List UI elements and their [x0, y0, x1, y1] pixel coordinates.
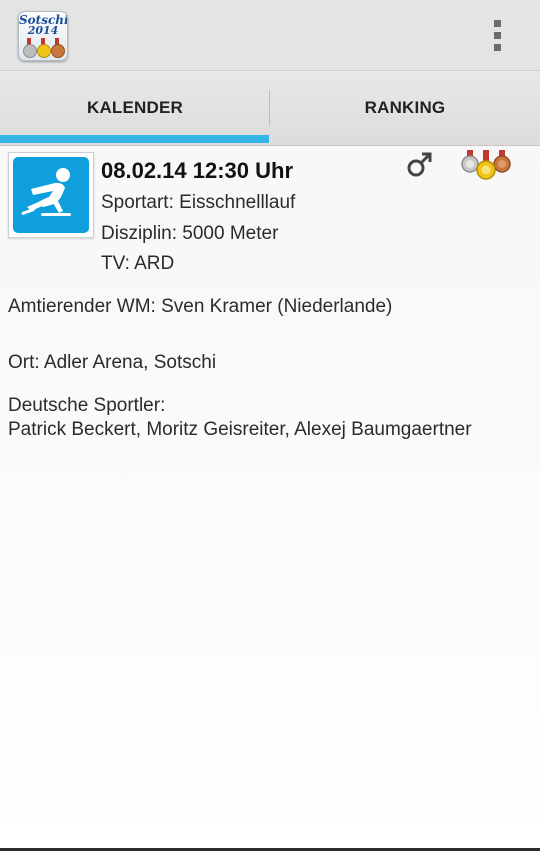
event-date-time: 08.02.14 12:30 Uhr — [101, 158, 294, 183]
medals-icon — [458, 148, 514, 184]
logo-silver-medal-icon — [23, 44, 37, 58]
amtierender-wm: Amtierender WM: Sven Kramer (Niederlande… — [8, 296, 393, 317]
event-thumbnail — [8, 152, 94, 238]
menu-dot — [494, 44, 501, 51]
menu-dot — [494, 20, 501, 27]
logo-bronze-medal-icon — [51, 44, 65, 58]
tab-kalender[interactable]: KALENDER — [0, 71, 270, 145]
event-sportart: Sportart: Eisschnelllauf — [101, 192, 296, 213]
event-tv: TV: ARD — [101, 253, 175, 274]
tab-selected-indicator — [0, 135, 269, 143]
event-ort: Ort: Adler Arena, Sotschi — [8, 352, 217, 373]
deutsche-sportler-names: Patrick Beckert, Moritz Geisreiter, Alex… — [8, 419, 472, 440]
menu-dot — [494, 32, 501, 39]
speed-skating-icon — [13, 157, 89, 233]
deutsche-sportler-label: Deutsche Sportler: — [8, 395, 166, 416]
app-logo-icon[interactable]: Sotschi 2014 — [18, 11, 68, 61]
male-symbol-icon — [405, 150, 435, 180]
app-logo-year: 2014 — [27, 24, 59, 37]
tab-ranking[interactable]: RANKING — [270, 71, 540, 145]
event-disziplin: Disziplin: 5000 Meter — [101, 223, 279, 244]
overflow-menu-icon[interactable] — [488, 18, 508, 54]
action-bar: Sotschi 2014 — [0, 0, 540, 71]
tab-bar: KALENDER RANKING — [0, 71, 540, 146]
logo-gold-medal-icon — [37, 44, 51, 58]
